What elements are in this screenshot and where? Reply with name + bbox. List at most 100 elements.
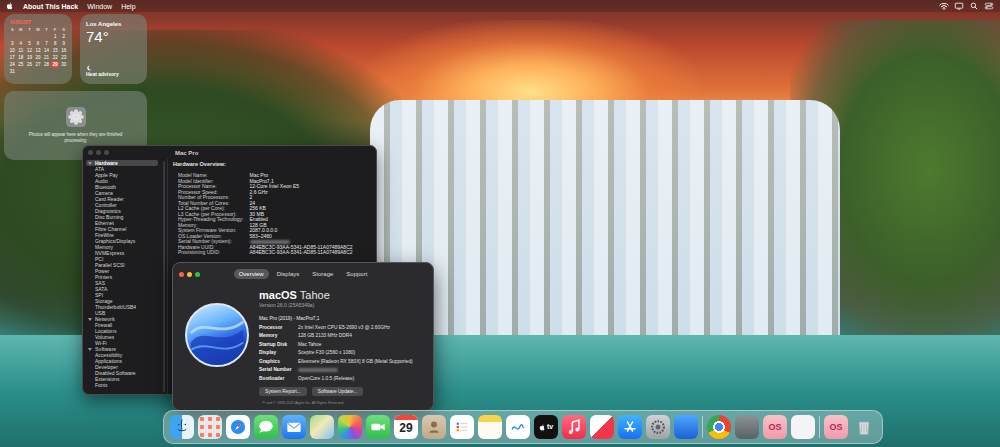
launchpad-icon[interactable] (198, 415, 222, 439)
sidebar-item[interactable]: Ethernet (86, 220, 158, 226)
safari-icon[interactable] (226, 415, 250, 439)
minimize-button[interactable] (96, 150, 101, 155)
utility-icon[interactable] (674, 415, 698, 439)
macos-logo-icon (185, 303, 249, 367)
sidebar-item[interactable]: FireWire (86, 232, 158, 238)
redacted-value (298, 368, 338, 372)
calendar-day: 26 (25, 61, 34, 68)
sidebar-item[interactable]: Hardware (86, 160, 158, 166)
overview-value: 2.6 GHz (250, 190, 353, 196)
minimize-button[interactable] (187, 272, 192, 277)
freeform-icon[interactable] (506, 415, 530, 439)
tab[interactable]: Overview (234, 269, 269, 279)
zoom-button[interactable] (195, 272, 200, 277)
sidebar-item[interactable]: ATA (86, 166, 158, 172)
zoom-button[interactable] (104, 150, 109, 155)
facetime-icon[interactable] (366, 415, 390, 439)
settings-icon[interactable] (646, 415, 670, 439)
whiteapp-icon[interactable] (791, 415, 815, 439)
sidebar-item[interactable]: NVMExpress (86, 250, 158, 256)
reminders-icon[interactable] (450, 415, 474, 439)
wifi-icon[interactable] (939, 2, 949, 10)
menu-app-name[interactable]: About This Hack (23, 3, 78, 10)
sidebar: HardwareATAApple PayAudioBluetoothCamera… (83, 159, 161, 394)
sidebar-item[interactable]: Accessibility (86, 352, 158, 358)
sidebar-item[interactable]: Applications (86, 358, 158, 364)
sidebar-item[interactable]: Storage (86, 298, 158, 304)
sidebar-item[interactable]: Software (86, 346, 158, 352)
control-center-icon[interactable] (984, 2, 994, 10)
menu-item[interactable]: Help (121, 3, 135, 10)
trash-icon[interactable] (852, 415, 876, 439)
sidebar-item[interactable]: Volumes (86, 334, 158, 340)
scrollbar[interactable] (163, 161, 165, 392)
messages-icon[interactable] (254, 415, 278, 439)
os2-icon[interactable]: OS (824, 415, 848, 439)
sidebar-item[interactable]: Audio (86, 178, 158, 184)
maps-icon[interactable] (310, 415, 334, 439)
sidebar-item[interactable]: Wi-Fi (86, 340, 158, 346)
calendar-icon[interactable]: 29 (394, 415, 418, 439)
sidebar-item[interactable]: Apple Pay (86, 172, 158, 178)
disclosure-icon[interactable] (88, 348, 92, 351)
close-button[interactable] (88, 150, 93, 155)
sidebar-item[interactable]: SPI (86, 292, 158, 298)
about-button[interactable]: Software Update... (312, 387, 364, 396)
sidebar-item[interactable]: Network (86, 316, 158, 322)
appstore-icon[interactable] (618, 415, 642, 439)
sidebar-item[interactable]: Controller (86, 202, 158, 208)
about-window[interactable]: OverviewDisplaysStorageSupportmacOS Taho… (172, 262, 434, 411)
sidebar-item[interactable]: Fonts (86, 382, 158, 388)
sidebar-item[interactable]: SAS (86, 280, 158, 286)
search-icon[interactable] (969, 2, 979, 10)
sidebar-item[interactable]: Power (86, 268, 158, 274)
calendar-widget[interactable]: AUGUSTSMTWTFS123456789101112131415161718… (4, 14, 72, 84)
photos-icon[interactable] (338, 415, 362, 439)
music-icon[interactable] (562, 415, 586, 439)
tool-icon[interactable] (735, 415, 759, 439)
calendar-day: 28 (42, 61, 51, 68)
display-icon[interactable] (954, 2, 964, 10)
sidebar-item[interactable]: Firewall (86, 322, 158, 328)
chrome-icon[interactable] (707, 415, 731, 439)
sidebar-item[interactable]: Printers (86, 274, 158, 280)
sidebar-item[interactable]: Card Reader (86, 196, 158, 202)
close-button[interactable] (179, 272, 184, 277)
sidebar-item[interactable]: Disabled Software (86, 370, 158, 376)
menu-item[interactable]: Window (87, 3, 112, 10)
weather-widget[interactable]: Los Angeles74°Heat advisory (80, 14, 147, 84)
disclosure-icon[interactable] (88, 318, 92, 321)
news-icon[interactable] (590, 415, 614, 439)
calendar-day: 31 (8, 68, 17, 75)
apple-icon[interactable] (6, 2, 14, 10)
sidebar-item[interactable]: Graphics/Displays (86, 238, 158, 244)
sidebar-item[interactable]: Camera (86, 190, 158, 196)
sidebar-item[interactable]: Memory (86, 244, 158, 250)
sidebar-item[interactable]: Extensions (86, 376, 158, 382)
tab[interactable]: Displays (272, 269, 305, 279)
sidebar-item[interactable]: Developer (86, 364, 158, 370)
tab[interactable]: Storage (307, 269, 338, 279)
contacts-icon[interactable] (422, 415, 446, 439)
sidebar-item[interactable]: USB (86, 310, 158, 316)
disclosure-icon[interactable] (88, 162, 92, 165)
about-button[interactable]: System Report... (259, 387, 307, 396)
sidebar-item[interactable]: SATA (86, 286, 158, 292)
sidebar-item[interactable]: Parallel SCSI (86, 262, 158, 268)
sidebar-item[interactable]: Thunderbolt/USB4 (86, 304, 158, 310)
sidebar-item[interactable]: Diagnostics (86, 208, 158, 214)
os1-icon[interactable]: OS (763, 415, 787, 439)
notes-icon[interactable] (478, 415, 502, 439)
sidebar-item[interactable]: Locations (86, 328, 158, 334)
sidebar-item[interactable]: Disc Burning (86, 214, 158, 220)
title-bar[interactable]: OverviewDisplaysStorageSupport (173, 263, 433, 281)
sidebar-item[interactable]: Fibre Channel (86, 226, 158, 232)
finder-icon[interactable] (170, 415, 194, 439)
tv-icon[interactable]: tv (534, 415, 558, 439)
sidebar-item[interactable]: Bluetooth (86, 184, 158, 190)
sidebar-item[interactable]: PCI (86, 256, 158, 262)
mail-icon[interactable] (282, 415, 306, 439)
tab[interactable]: Support (341, 269, 372, 279)
title-bar[interactable]: Mac Pro (83, 146, 376, 159)
photos-message: Photos will appear here when they are fi… (21, 132, 131, 144)
